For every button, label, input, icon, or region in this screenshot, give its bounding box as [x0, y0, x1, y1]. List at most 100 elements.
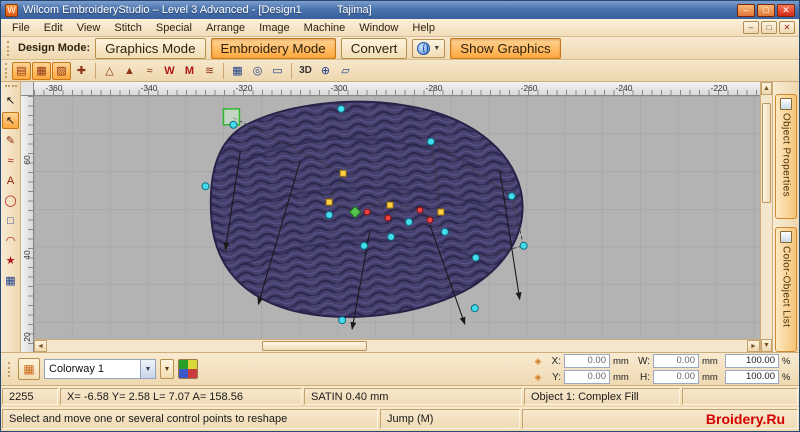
w-unit: mm [702, 355, 718, 367]
monogram-icon[interactable]: M [180, 62, 199, 80]
reshape-tool[interactable]: ↖ [2, 112, 19, 129]
toolbar-grip[interactable] [8, 361, 12, 377]
globe-icon [417, 41, 431, 55]
horizontal-scrollbar[interactable]: ◄ ► [34, 339, 760, 352]
h-ruler-label: -220 [710, 83, 728, 93]
transform-row-y: ◈ Y: 0.00 mm H: 0.00 mm 100.00 % [532, 370, 792, 385]
measure-icon[interactable]: ▭ [268, 62, 287, 80]
triangle-outline-icon[interactable]: △ [100, 62, 119, 80]
scroll-right-icon[interactable]: ► [747, 340, 760, 352]
scale-y-field[interactable]: 100.00 [725, 370, 779, 384]
select-tool[interactable]: ↖ [2, 92, 19, 109]
menu-stitch[interactable]: Stitch [107, 21, 149, 35]
tab-label: Color-Object List [780, 246, 792, 328]
show-graphics-button[interactable]: Show Graphics [450, 37, 561, 59]
tab-color-object-list[interactable]: Color-Object List [775, 227, 797, 352]
menu-special[interactable]: Special [149, 21, 199, 35]
scale-x-unit: % [782, 355, 791, 367]
grid-view-icon[interactable]: ▦ [228, 62, 247, 80]
h-field[interactable]: 0.00 [653, 370, 699, 384]
menu-arrange[interactable]: Arrange [199, 21, 252, 35]
minimize-button[interactable]: – [737, 3, 755, 17]
colorway-swatch-icon[interactable] [178, 359, 198, 379]
menu-file[interactable]: File [5, 21, 37, 35]
hoop-globe-dropdown[interactable]: ▼ [412, 38, 446, 58]
design-canvas[interactable] [34, 96, 760, 339]
y-field[interactable]: 0.00 [564, 370, 610, 384]
colorway-bar: ▦ Colorway 1 ▼ ▼ ◈ X: 0.00 mm W: 0.00 mm… [1, 352, 799, 385]
digitizing-toolbar: ↖ ↖ ✎ ≈ A ◯ □ ◠ ★ ▦ [1, 82, 21, 352]
fill-stitch-icon[interactable]: ▦ [32, 61, 51, 80]
app-icon[interactable]: W [5, 3, 18, 17]
menu-machine[interactable]: Machine [297, 21, 353, 35]
h-scroll-thumb[interactable] [262, 341, 367, 351]
v-scroll-track[interactable] [761, 95, 772, 339]
x-unit: mm [613, 355, 629, 367]
mdi-window-controls: – □ ✕ [743, 21, 795, 34]
v-ruler-label: 20 [22, 332, 32, 342]
zigzag-icon[interactable]: ≋ [200, 62, 219, 80]
node-edit-icon[interactable]: ✚ [72, 62, 91, 80]
x-field[interactable]: 0.00 [564, 354, 610, 368]
travel-mode: Jump (M) [380, 409, 520, 429]
triangle-filled-icon[interactable]: ▲ [120, 62, 139, 80]
w-label: W: [637, 355, 650, 367]
view-3d-icon[interactable]: 3D [296, 62, 315, 80]
lettering-tool[interactable]: A [2, 172, 19, 189]
tab-object-properties[interactable]: Object Properties [775, 94, 797, 219]
menu-view[interactable]: View [70, 21, 108, 35]
nudge-icon[interactable]: ◈ [532, 356, 544, 367]
stitch-icon-toolbar: ▤ ▦ ▨ ✚ △ ▲ ≈ W M ≋ ▦ ◎ ▭ 3D ⊕ ▱ [1, 60, 799, 82]
colorway-select[interactable]: Colorway 1 ▼ [44, 359, 156, 379]
scale-x-field[interactable]: 100.00 [725, 354, 779, 368]
mdi-restore-button[interactable]: □ [761, 21, 777, 34]
v-scroll-thumb[interactable] [762, 103, 771, 203]
mdi-close-button[interactable]: ✕ [779, 21, 795, 34]
scroll-left-icon[interactable]: ◄ [34, 340, 47, 352]
scroll-down-icon[interactable]: ▼ [761, 339, 772, 352]
rectangle-tool[interactable]: □ [2, 212, 19, 229]
status-bar: 2255 X= -6.58 Y= 2.58 L= 7.07 A= 158.56 … [1, 385, 799, 407]
transform-row-x: ◈ X: 0.00 mm W: 0.00 mm 100.00 % [532, 354, 792, 369]
ruler-corner [21, 82, 34, 96]
menu-image[interactable]: Image [252, 21, 297, 35]
lettering-w-icon[interactable]: W [160, 62, 179, 80]
hoop-icon[interactable]: ◎ [248, 62, 267, 80]
colorway-options-dropdown[interactable]: ▼ [160, 359, 174, 379]
toolbar-grip[interactable] [4, 85, 17, 89]
mdi-minimize-button[interactable]: – [743, 21, 759, 34]
wave-icon[interactable]: ≈ [140, 62, 159, 80]
tab-label: Object Properties [780, 113, 792, 198]
star-tool[interactable]: ★ [2, 252, 19, 269]
chevron-down-icon[interactable]: ▼ [140, 360, 155, 378]
h-scroll-track[interactable] [47, 340, 747, 352]
nudge-icon[interactable]: ◈ [532, 372, 544, 383]
scroll-up-icon[interactable]: ▲ [761, 82, 772, 95]
title-bar[interactable]: W Wilcom EmbroideryStudio – Level 3 Adva… [1, 1, 799, 19]
curve-tool[interactable]: ◠ [2, 232, 19, 249]
menu-edit[interactable]: Edit [37, 21, 70, 35]
embroidery-mode-button[interactable]: Embroidery Mode [210, 37, 336, 59]
outline-stitch-icon[interactable]: ▨ [52, 61, 71, 80]
graphics-mode-button[interactable]: Graphics Mode [95, 37, 206, 59]
maximize-button[interactable]: □ [757, 3, 775, 17]
freehand-tool[interactable]: ≈ [2, 152, 19, 169]
zoom-icon[interactable]: ⊕ [316, 62, 335, 80]
horizontal-ruler: -360 -340 -320 -300 -280 -260 -240 -220 [34, 82, 760, 96]
toolbar-grip[interactable] [7, 40, 11, 56]
pencil-tool[interactable]: ✎ [2, 132, 19, 149]
w-field[interactable]: 0.00 [653, 354, 699, 368]
main-area: ↖ ↖ ✎ ≈ A ◯ □ ◠ ★ ▦ 60 40 20 -360 -340 -… [1, 82, 799, 352]
toolbar-grip[interactable] [5, 63, 9, 78]
ellipse-tool[interactable]: ◯ [2, 192, 19, 209]
grid-tool[interactable]: ▦ [2, 272, 19, 289]
menu-help[interactable]: Help [405, 21, 442, 35]
palette-icon[interactable]: ▦ [18, 358, 40, 380]
window-controls: – □ ✕ [737, 3, 795, 17]
close-button[interactable]: ✕ [777, 3, 795, 17]
vertical-scrollbar[interactable]: ▲ ▼ [760, 82, 772, 352]
menu-window[interactable]: Window [352, 21, 405, 35]
stitch-types-icon[interactable]: ▤ [12, 61, 31, 80]
convert-button[interactable]: Convert [340, 37, 408, 59]
overview-icon[interactable]: ▱ [336, 62, 355, 80]
